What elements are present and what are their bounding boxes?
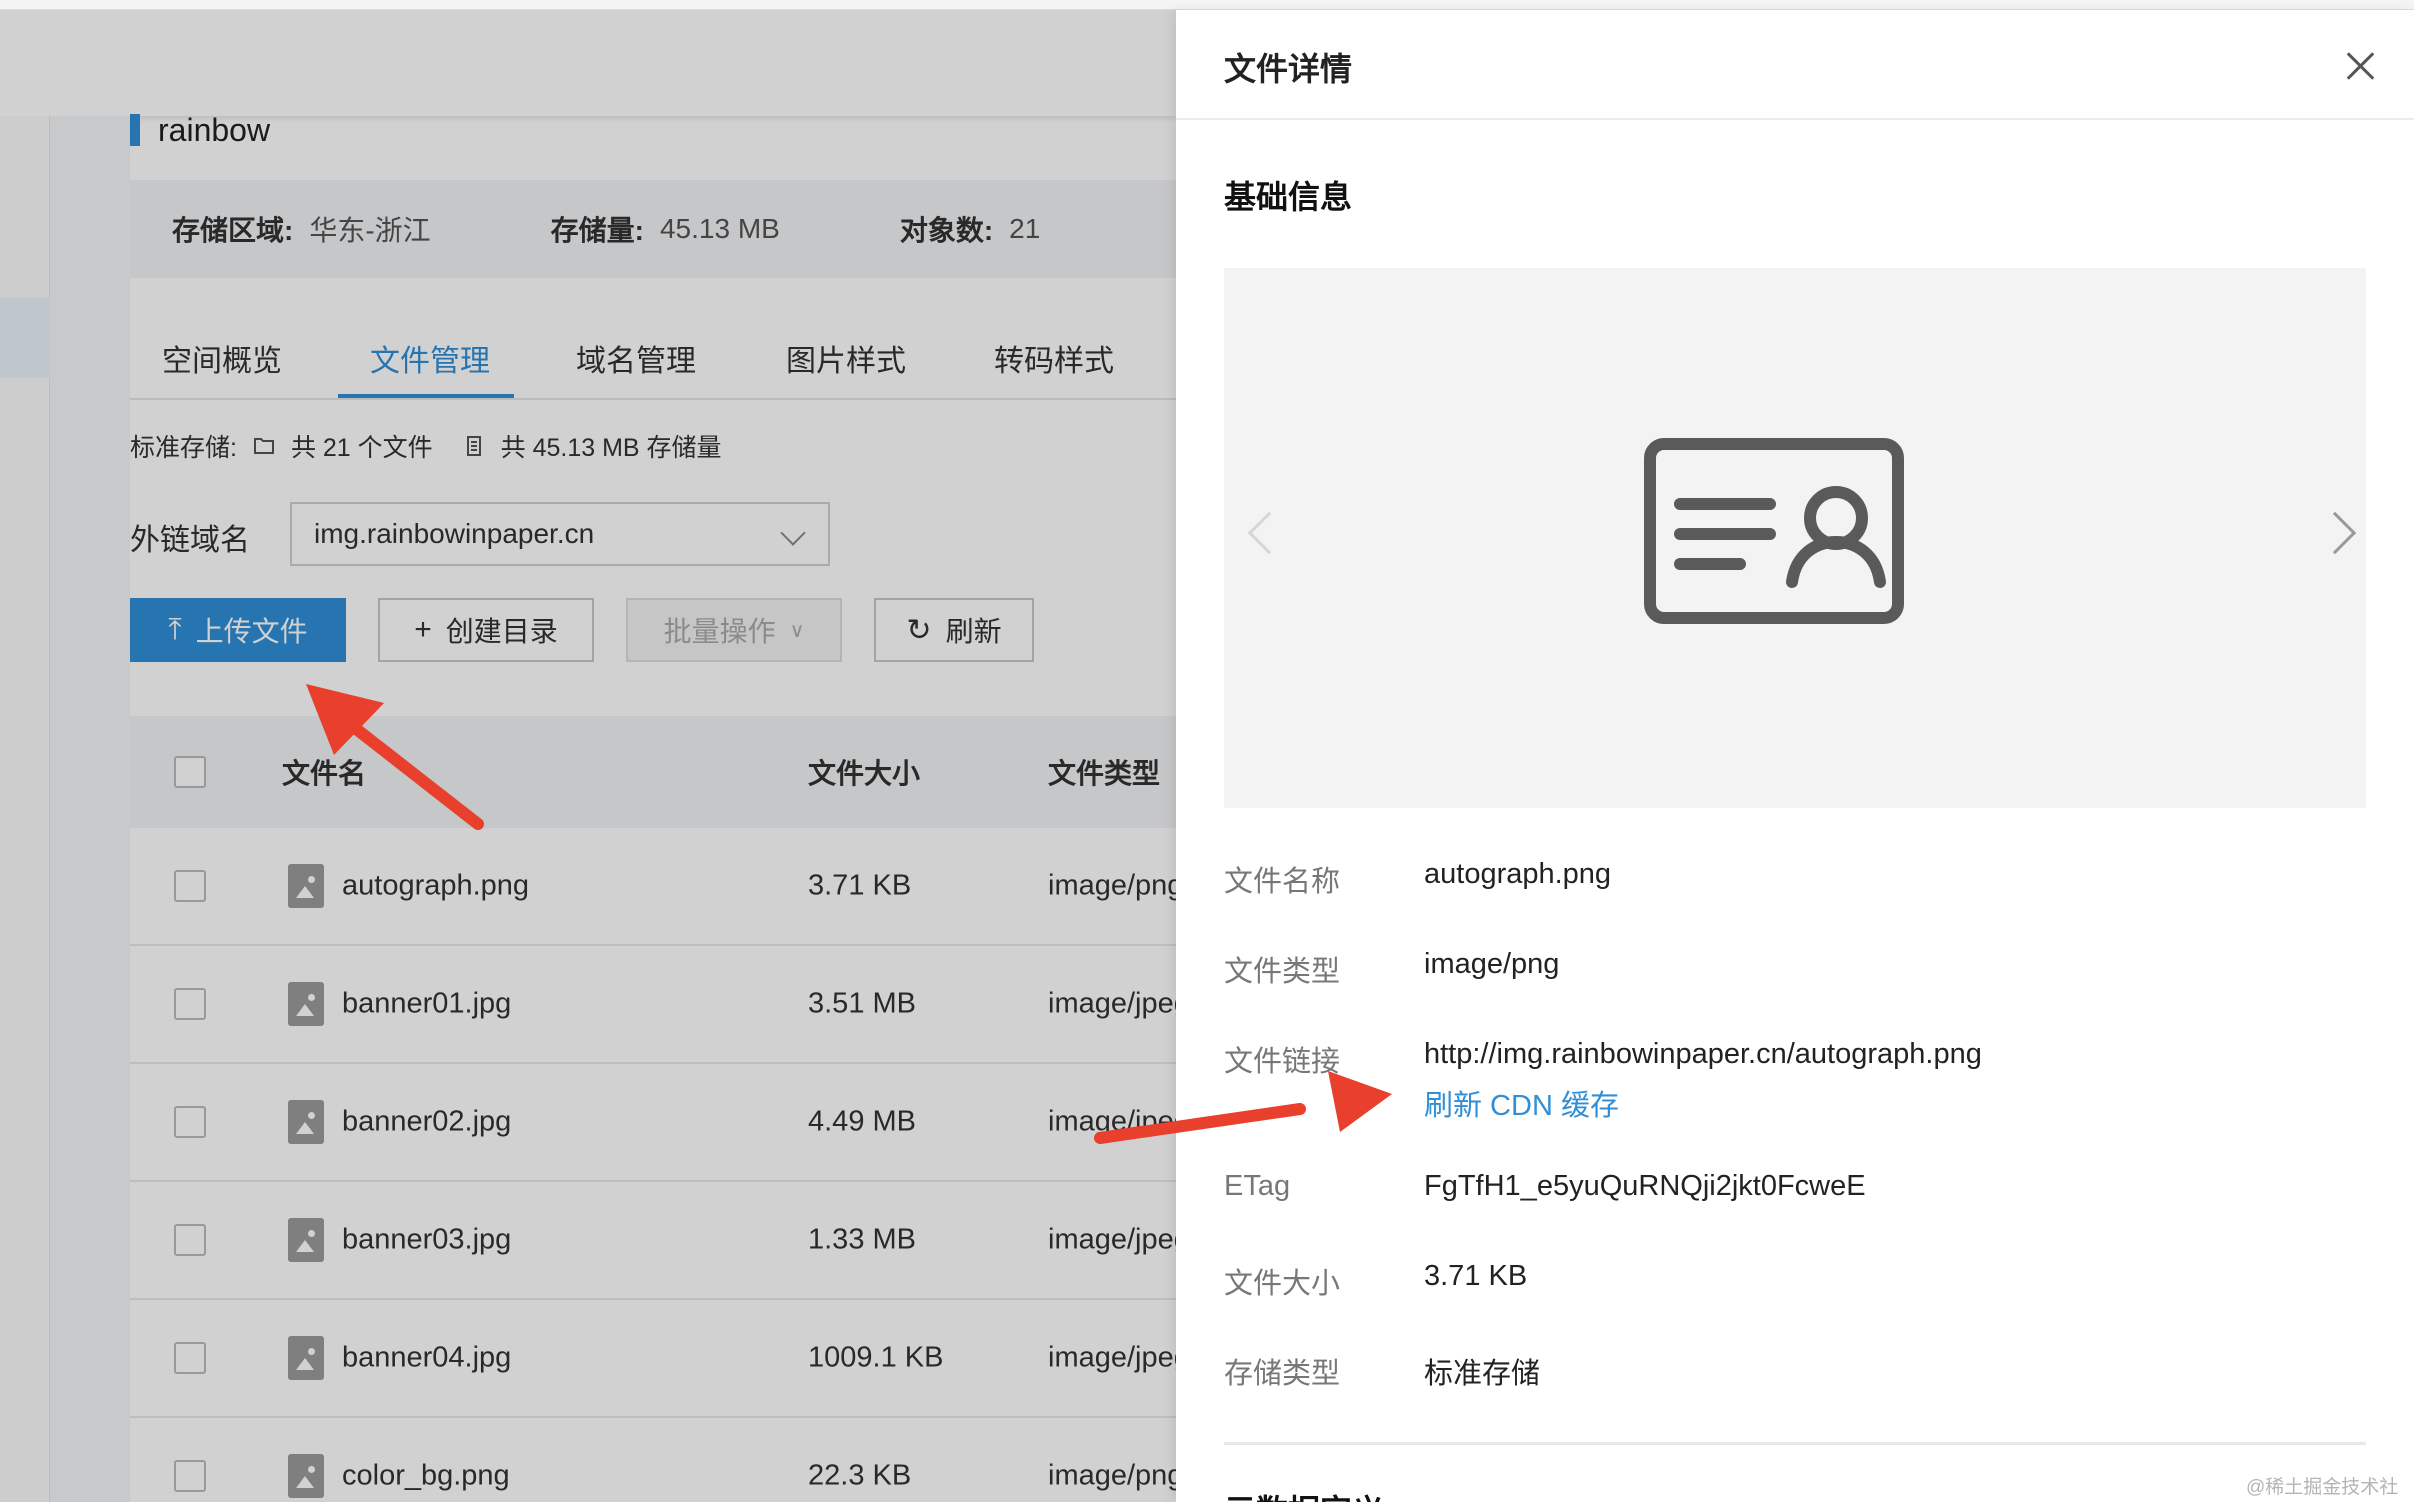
browser-top-strip <box>0 0 2414 10</box>
field-label: 存储类型 <box>1224 1358 1341 1390</box>
field-value: FgTfH1_e5yuQuRNQji2jkt0FcweE <box>1424 1170 1866 1202</box>
field-value: 3.71 KB <box>1424 1260 1528 1292</box>
file-link-value[interactable]: http://img.rainbowinpaper.cn/autograph.p… <box>1424 1038 1982 1071</box>
close-icon[interactable] <box>2342 48 2378 84</box>
modal-overlay[interactable] <box>0 10 1176 1502</box>
field-value: 标准存储 <box>1424 1358 1541 1390</box>
drawer-header: 文件详情 <box>1176 10 2414 120</box>
field-value: image/png <box>1424 948 1560 980</box>
basic-info-title: 基础信息 <box>1224 179 1353 215</box>
file-detail-drawer: 文件详情 基础信息 文件名称 autograph.png 文件类型 image/… <box>1176 10 2414 1502</box>
field-label: 文件大小 <box>1224 1268 1341 1300</box>
field-label: 文件链接 <box>1224 1046 1341 1078</box>
field-label: 文件类型 <box>1224 956 1341 988</box>
watermark: @稀土掘金技术社区 <box>2246 1477 2399 1498</box>
image-preview <box>1224 268 2366 808</box>
drawer-title: 文件详情 <box>1224 51 1353 87</box>
field-label: 文件名称 <box>1224 866 1341 898</box>
section-divider <box>1224 1442 2366 1445</box>
refresh-cdn-cache-link[interactable]: 刷新 CDN 缓存 <box>1424 1082 1619 1124</box>
chevron-left-icon[interactable] <box>1247 511 1291 555</box>
chevron-right-icon[interactable] <box>2313 511 2357 555</box>
field-value: autograph.png <box>1424 858 1612 890</box>
metadata-section-title: 元数据定义 <box>1224 1486 1384 1502</box>
field-label: ETag <box>1224 1170 1291 1202</box>
id-card-placeholder-icon <box>1644 438 1904 624</box>
